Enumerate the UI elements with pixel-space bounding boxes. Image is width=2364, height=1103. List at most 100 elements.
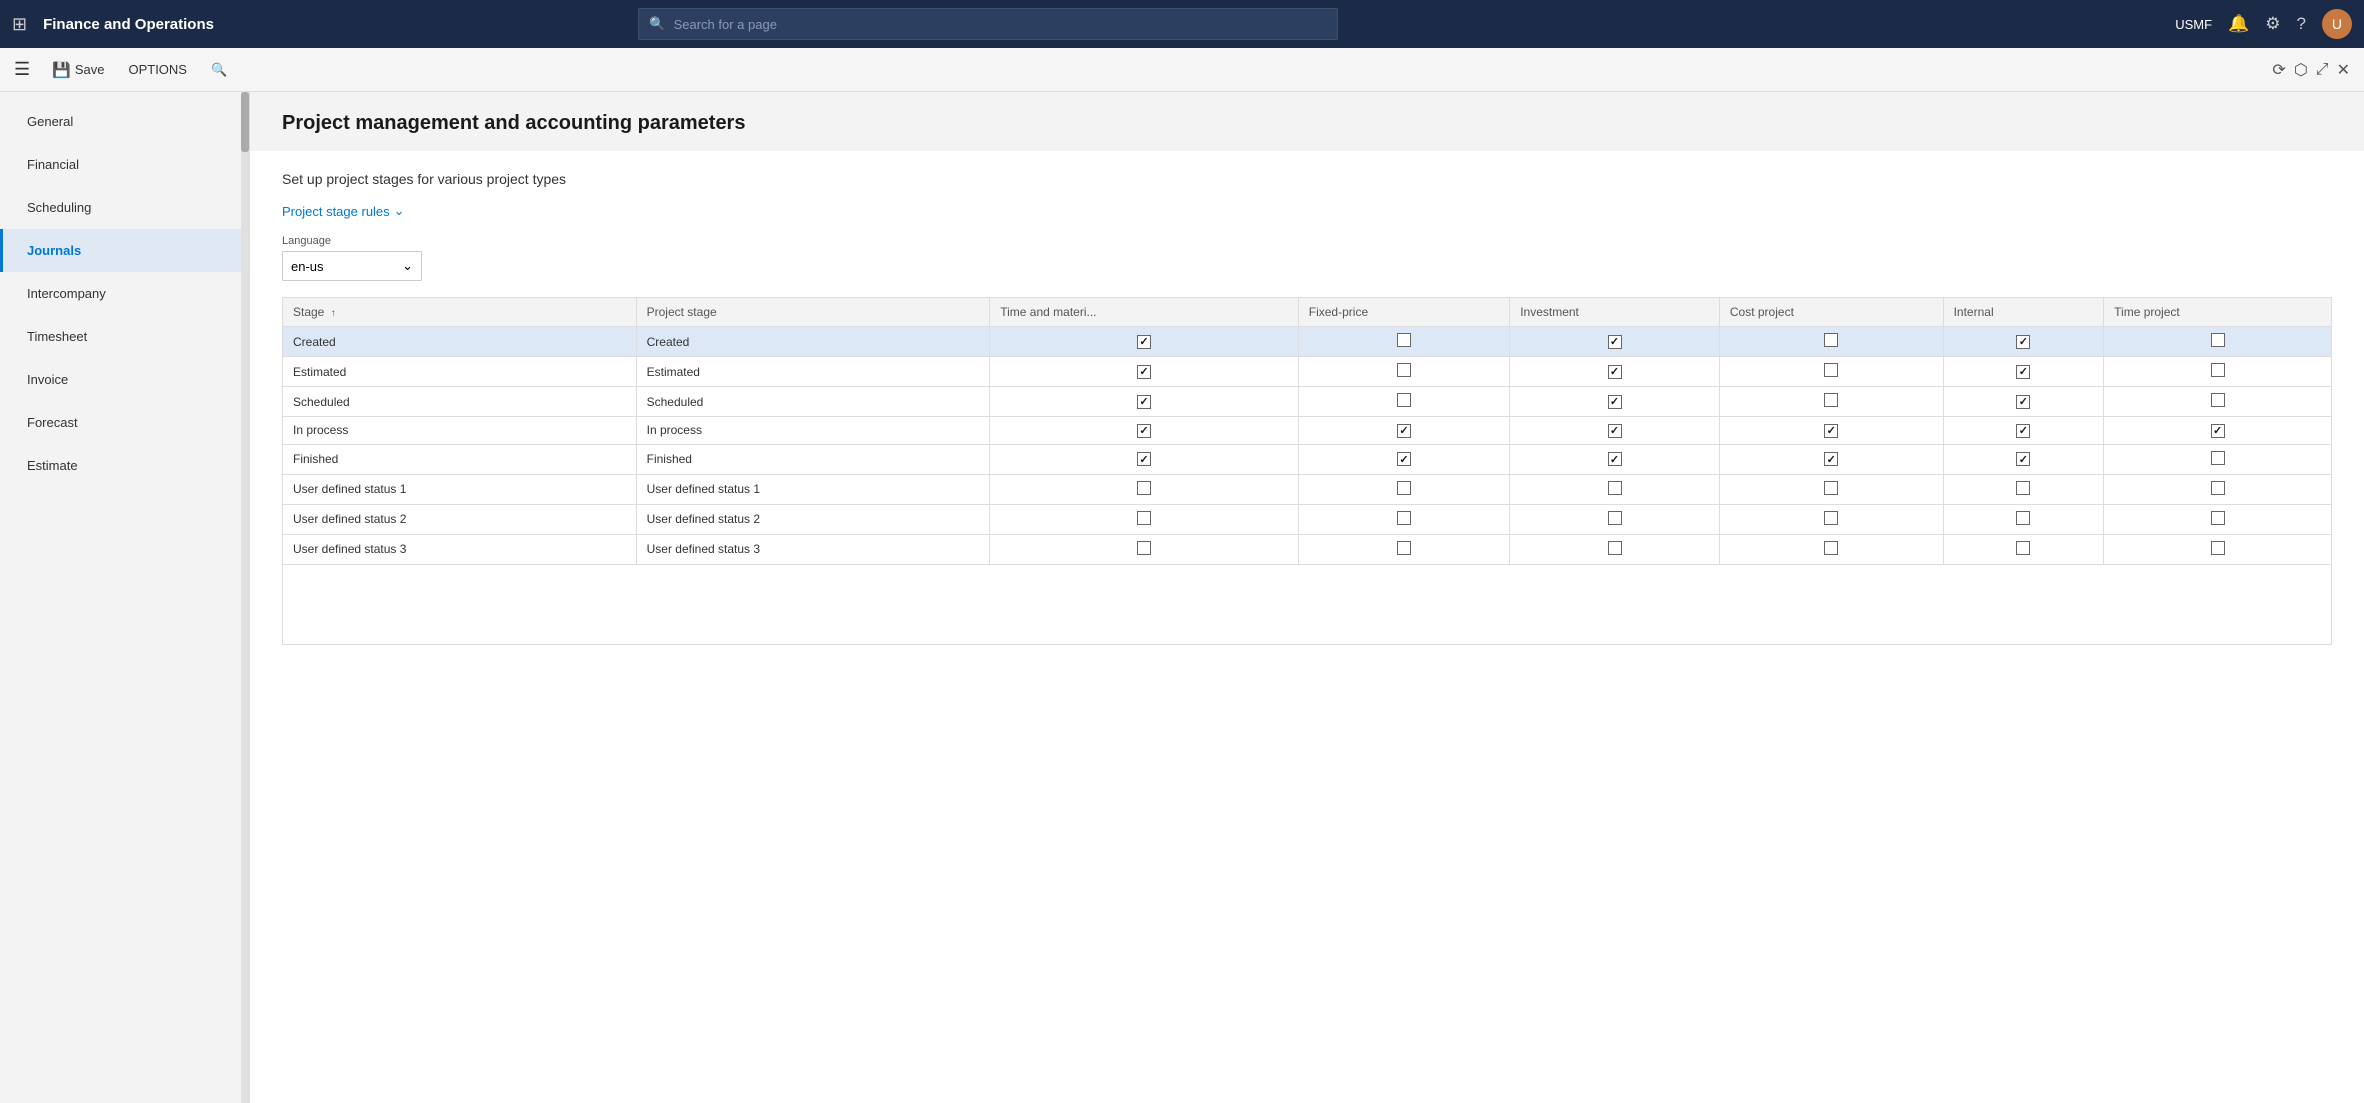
table-row[interactable]: User defined status 2User defined status… bbox=[283, 504, 2332, 534]
table-row[interactable]: EstimatedEstimated bbox=[283, 357, 2332, 387]
table-row[interactable]: CreatedCreated bbox=[283, 327, 2332, 357]
cell-costProject bbox=[1719, 474, 1943, 504]
checkbox-timeProject[interactable] bbox=[2211, 424, 2225, 438]
search-bar[interactable]: 🔍 Search for a page bbox=[638, 8, 1338, 40]
sidebar-item-general[interactable]: General bbox=[0, 100, 249, 143]
checkbox-investment[interactable] bbox=[1608, 424, 1622, 438]
checkbox-timeProject[interactable] bbox=[2211, 363, 2225, 377]
notification-icon[interactable]: 🔔 bbox=[2228, 14, 2249, 34]
checkbox-timeProject[interactable] bbox=[2211, 481, 2225, 495]
table-row[interactable]: User defined status 1User defined status… bbox=[283, 474, 2332, 504]
sidebar-item-scheduling[interactable]: Scheduling bbox=[0, 186, 249, 229]
checkbox-costProject[interactable] bbox=[1824, 452, 1838, 466]
col-header-internal: Internal bbox=[1943, 298, 2104, 327]
checkbox-timeProject[interactable] bbox=[2211, 333, 2225, 347]
top-navigation: ⊞ Finance and Operations 🔍 Search for a … bbox=[0, 0, 2364, 48]
checkbox-timeAndMaterial[interactable] bbox=[1137, 395, 1151, 409]
table-row[interactable]: User defined status 3User defined status… bbox=[283, 534, 2332, 564]
project-stages-table: Stage ↑Project stageTime and materi...Fi… bbox=[282, 297, 2332, 565]
checkbox-internal[interactable] bbox=[2016, 424, 2030, 438]
checkbox-fixedPrice[interactable] bbox=[1397, 363, 1411, 377]
checkbox-timeProject[interactable] bbox=[2211, 541, 2225, 555]
checkbox-investment[interactable] bbox=[1608, 395, 1622, 409]
checkbox-timeAndMaterial[interactable] bbox=[1137, 541, 1151, 555]
checkbox-investment[interactable] bbox=[1608, 541, 1622, 555]
checkbox-costProject[interactable] bbox=[1824, 541, 1838, 555]
options-button[interactable]: OPTIONS bbox=[118, 57, 197, 82]
sidebar-item-intercompany[interactable]: Intercompany bbox=[0, 272, 249, 315]
cell-fixedPrice bbox=[1298, 387, 1509, 417]
checkbox-investment[interactable] bbox=[1608, 481, 1622, 495]
cell-projectStage: Scheduled bbox=[636, 387, 990, 417]
close-icon[interactable]: ✕ bbox=[2337, 60, 2350, 80]
sidebar-item-estimate[interactable]: Estimate bbox=[0, 444, 249, 487]
cell-stage: In process bbox=[283, 417, 637, 445]
checkbox-fixedPrice[interactable] bbox=[1397, 424, 1411, 438]
cell-fixedPrice bbox=[1298, 357, 1509, 387]
checkbox-costProject[interactable] bbox=[1824, 363, 1838, 377]
cell-investment bbox=[1510, 474, 1720, 504]
checkbox-timeAndMaterial[interactable] bbox=[1137, 365, 1151, 379]
checkbox-investment[interactable] bbox=[1608, 452, 1622, 466]
checkbox-timeAndMaterial[interactable] bbox=[1137, 511, 1151, 525]
checkbox-costProject[interactable] bbox=[1824, 481, 1838, 495]
settings-icon[interactable]: ⚙ bbox=[2265, 14, 2280, 34]
checkbox-internal[interactable] bbox=[2016, 395, 2030, 409]
checkbox-costProject[interactable] bbox=[1824, 333, 1838, 347]
language-select[interactable]: en-us ⌄ bbox=[282, 251, 422, 281]
checkbox-fixedPrice[interactable] bbox=[1397, 511, 1411, 525]
avatar[interactable]: U bbox=[2322, 9, 2352, 39]
expand-icon[interactable]: ⤢ bbox=[2316, 61, 2329, 79]
cell-timeProject bbox=[2104, 504, 2332, 534]
checkbox-investment[interactable] bbox=[1608, 511, 1622, 525]
hamburger-icon[interactable]: ☰ bbox=[14, 59, 30, 80]
help-icon[interactable]: ? bbox=[2297, 14, 2306, 34]
language-label: Language bbox=[282, 235, 2332, 247]
checkbox-costProject[interactable] bbox=[1824, 511, 1838, 525]
checkbox-internal[interactable] bbox=[2016, 481, 2030, 495]
checkbox-internal[interactable] bbox=[2016, 511, 2030, 525]
table-row[interactable]: FinishedFinished bbox=[283, 444, 2332, 474]
sidebar-item-timesheet[interactable]: Timesheet bbox=[0, 315, 249, 358]
cell-fixedPrice bbox=[1298, 504, 1509, 534]
checkbox-timeProject[interactable] bbox=[2211, 451, 2225, 465]
checkbox-fixedPrice[interactable] bbox=[1397, 333, 1411, 347]
project-stage-rules-link[interactable]: Project stage rules ⌄ bbox=[282, 203, 405, 219]
save-button[interactable]: 💾 Save bbox=[42, 56, 114, 84]
checkbox-timeProject[interactable] bbox=[2211, 393, 2225, 407]
checkbox-timeAndMaterial[interactable] bbox=[1137, 424, 1151, 438]
checkbox-internal[interactable] bbox=[2016, 365, 2030, 379]
checkbox-fixedPrice[interactable] bbox=[1397, 481, 1411, 495]
table-empty-area bbox=[282, 565, 2332, 645]
checkbox-fixedPrice[interactable] bbox=[1397, 393, 1411, 407]
checkbox-fixedPrice[interactable] bbox=[1397, 541, 1411, 555]
checkbox-fixedPrice[interactable] bbox=[1397, 452, 1411, 466]
col-header-stage[interactable]: Stage ↑ bbox=[283, 298, 637, 327]
refresh-icon[interactable]: ⟳ bbox=[2272, 60, 2285, 80]
checkbox-costProject[interactable] bbox=[1824, 393, 1838, 407]
checkbox-costProject[interactable] bbox=[1824, 424, 1838, 438]
checkbox-internal[interactable] bbox=[2016, 541, 2030, 555]
checkbox-internal[interactable] bbox=[2016, 335, 2030, 349]
table-row[interactable]: In processIn process bbox=[283, 417, 2332, 445]
checkbox-timeAndMaterial[interactable] bbox=[1137, 335, 1151, 349]
sidebar-item-invoice[interactable]: Invoice bbox=[0, 358, 249, 401]
checkbox-timeAndMaterial[interactable] bbox=[1137, 452, 1151, 466]
search-icon: 🔍 bbox=[649, 16, 665, 32]
sidebar: GeneralFinancialSchedulingJournalsInterc… bbox=[0, 92, 250, 1103]
checkbox-timeProject[interactable] bbox=[2211, 511, 2225, 525]
checkbox-internal[interactable] bbox=[2016, 452, 2030, 466]
checkbox-investment[interactable] bbox=[1608, 335, 1622, 349]
apps-icon[interactable]: ⊞ bbox=[12, 14, 27, 35]
sidebar-item-financial[interactable]: Financial bbox=[0, 143, 249, 186]
sidebar-item-forecast[interactable]: Forecast bbox=[0, 401, 249, 444]
open-in-new-icon[interactable]: ⬡ bbox=[2294, 60, 2308, 80]
search-toolbar-button[interactable]: 🔍 bbox=[201, 57, 237, 83]
app-title: Finance and Operations bbox=[43, 16, 214, 33]
cell-investment bbox=[1510, 444, 1720, 474]
table-row[interactable]: ScheduledScheduled bbox=[283, 387, 2332, 417]
checkbox-timeAndMaterial[interactable] bbox=[1137, 481, 1151, 495]
sidebar-item-journals[interactable]: Journals bbox=[0, 229, 249, 272]
dropdown-chevron-icon: ⌄ bbox=[402, 258, 413, 274]
checkbox-investment[interactable] bbox=[1608, 365, 1622, 379]
